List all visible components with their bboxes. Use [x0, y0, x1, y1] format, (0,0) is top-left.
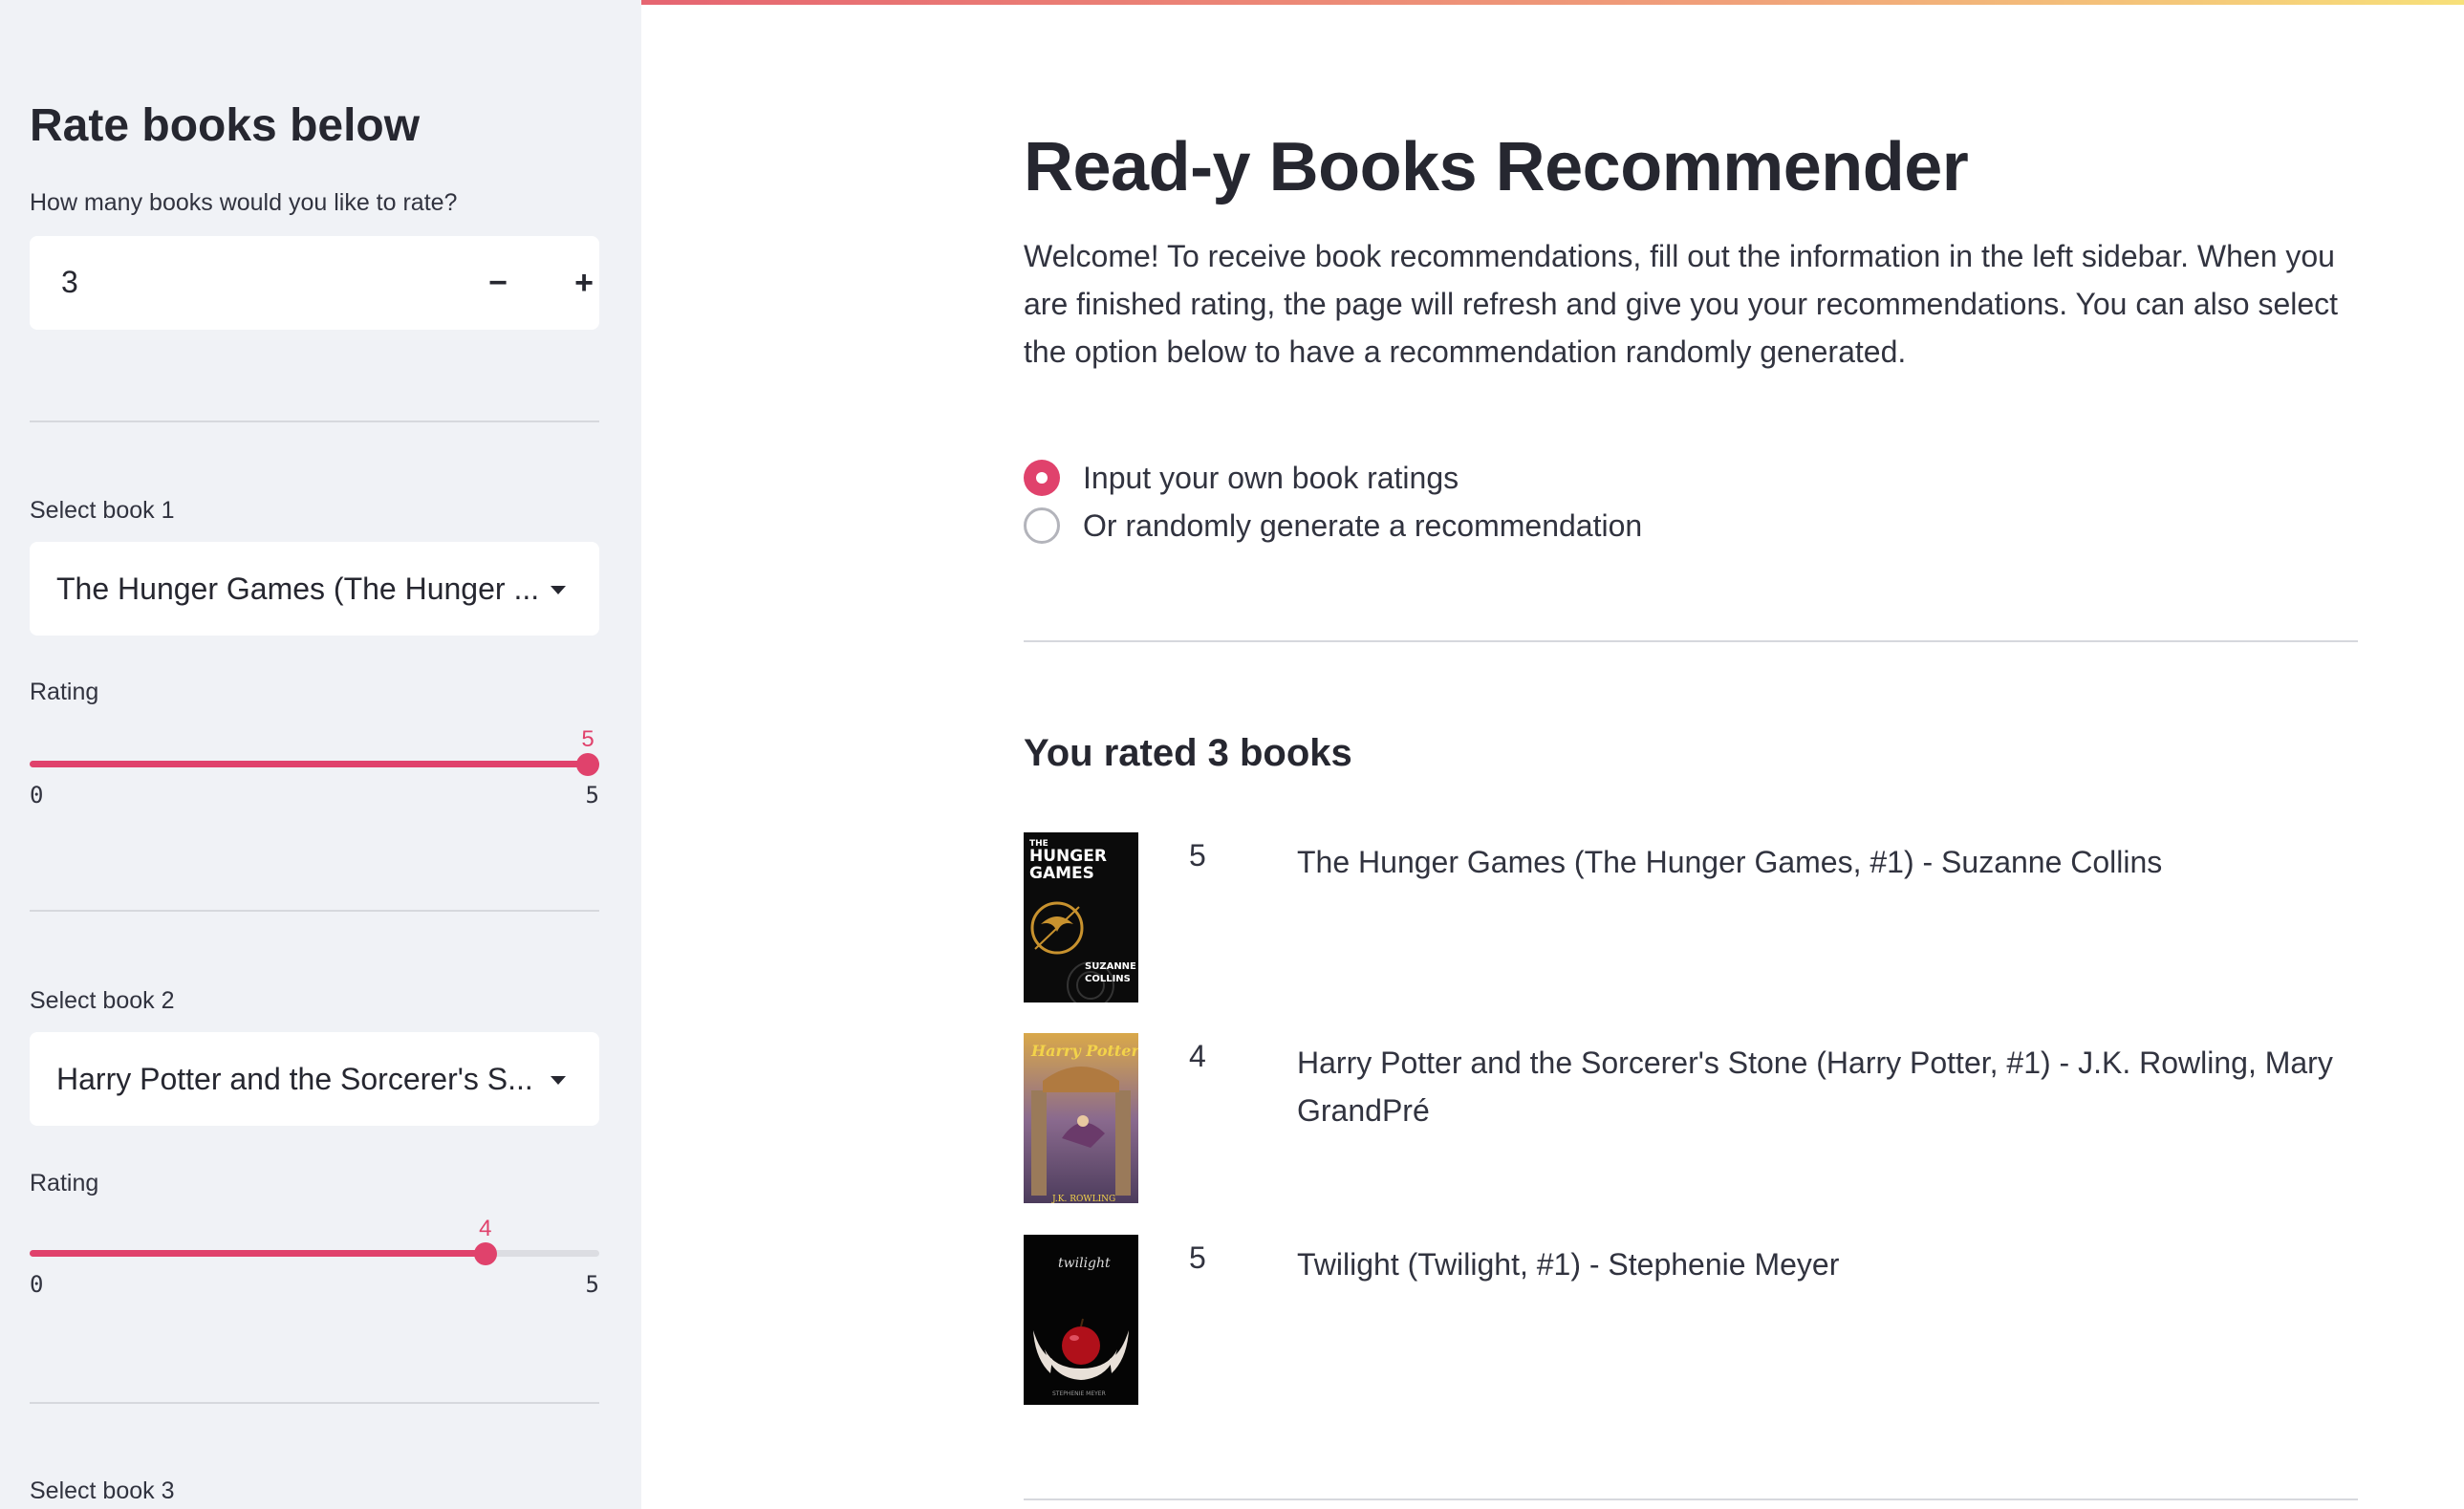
cover-text: HUNGER — [1029, 847, 1107, 866]
select-book-1-dropdown[interactable]: The Hunger Games (The Hunger ... — [30, 542, 599, 636]
book-count-value[interactable]: 3 — [61, 265, 78, 300]
cover-text: STEPHENIE MEYER — [1052, 1390, 1106, 1397]
slider-thumb[interactable] — [576, 753, 599, 776]
harry-potter-cover-image: Harry Potter J.K. ROWLING — [1024, 1033, 1138, 1203]
sidebar: Rate books below How many books would yo… — [0, 0, 641, 1509]
book-rating: 4 — [1189, 1039, 1206, 1073]
rating-1-label: Rating — [30, 679, 99, 705]
twilight-cover-image: twilight STEPHENIE MEYER — [1024, 1235, 1138, 1405]
slider-thumb[interactable] — [473, 1242, 497, 1265]
book-title: Harry Potter and the Sorcerer's Stone (H… — [1297, 1046, 2333, 1128]
select-book-2-dropdown[interactable]: Harry Potter and the Sorcerer's S... — [30, 1032, 599, 1126]
rating-2-label: Rating — [30, 1170, 99, 1196]
book-rating: 5 — [1189, 1240, 1206, 1275]
slider-track[interactable] — [30, 761, 599, 767]
cover-text: twilight — [1058, 1256, 1111, 1271]
slider-value: 4 — [479, 1216, 492, 1241]
book-rating: 5 — [1189, 838, 1206, 873]
cover-text: GAMES — [1029, 864, 1094, 883]
cover-text: Harry Potter — [1030, 1042, 1138, 1060]
select-book-3-label: Select book 3 — [30, 1477, 175, 1504]
sidebar-divider — [30, 910, 599, 912]
radio-own-ratings-label: Input your own book ratings — [1083, 460, 1459, 495]
decrement-button[interactable]: − — [469, 260, 527, 306]
hunger-games-cover-image: THE HUNGER GAMES SUZANNE COLLINS — [1024, 832, 1138, 1002]
radio-random-label: Or randomly generate a recommendation — [1083, 507, 1643, 543]
rated-heading: You rated 3 books — [1024, 732, 1352, 774]
slider-min-label: 0 — [30, 782, 44, 808]
main-divider — [1024, 1498, 2358, 1500]
main-divider — [1024, 640, 2358, 642]
increment-button[interactable]: + — [555, 260, 613, 306]
rating-2-slider[interactable]: 4 0 5 — [30, 1216, 599, 1298]
select-book-1-value: The Hunger Games (The Hunger ... — [56, 571, 540, 606]
slider-fill — [30, 761, 599, 767]
book-count-input[interactable]: 3 − + — [30, 236, 599, 330]
radio-unselected-icon[interactable] — [1024, 507, 1060, 544]
slider-value: 5 — [581, 726, 594, 752]
cover-text: COLLINS — [1085, 974, 1131, 984]
cover-text: SUZANNE — [1085, 961, 1136, 972]
book-title: Twilight (Twilight, #1) - Stephenie Meye… — [1297, 1247, 1840, 1282]
book-count-label: How many books would you like to rate? — [30, 189, 458, 216]
chevron-down-icon — [551, 586, 566, 594]
sidebar-divider — [30, 1402, 599, 1404]
select-book-2-label: Select book 2 — [30, 987, 175, 1014]
slider-min-label: 0 — [30, 1271, 44, 1298]
intro-text: Welcome! To receive book recommendations… — [1024, 239, 2339, 369]
chevron-down-icon — [551, 1076, 566, 1085]
radio-selected-icon[interactable] — [1024, 460, 1060, 496]
cover-text: J.K. ROWLING — [1051, 1195, 1115, 1203]
sidebar-title: Rate books below — [30, 100, 421, 151]
radio-own-ratings[interactable]: Input your own book ratings — [1024, 457, 1459, 499]
slider-max-label: 5 — [585, 782, 599, 808]
select-book-2-value: Harry Potter and the Sorcerer's S... — [56, 1062, 533, 1096]
slider-max-label: 5 — [585, 1271, 599, 1298]
sidebar-divider — [30, 420, 599, 422]
book-title: The Hunger Games (The Hunger Games, #1) … — [1297, 845, 2163, 879]
page-title: Read-y Books Recommender — [1024, 129, 1969, 205]
select-book-1-label: Select book 1 — [30, 497, 175, 524]
slider-track[interactable] — [30, 1250, 599, 1257]
radio-random[interactable]: Or randomly generate a recommendation — [1024, 505, 1642, 547]
rating-1-slider[interactable]: 5 0 5 — [30, 726, 599, 808]
slider-fill — [30, 1250, 486, 1257]
